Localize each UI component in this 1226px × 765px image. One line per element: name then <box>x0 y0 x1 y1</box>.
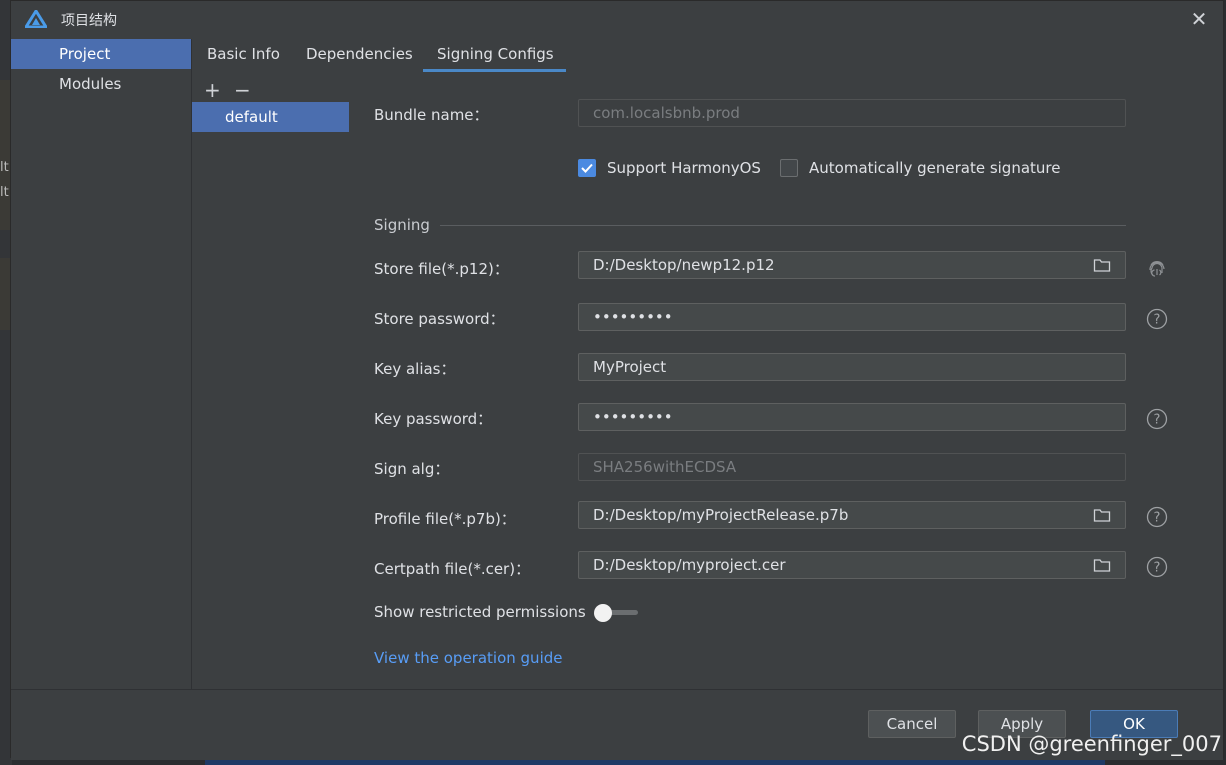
bundle-name-label: Bundle name： <box>374 106 489 124</box>
close-icon[interactable]: ✕ <box>1189 9 1209 29</box>
restricted-permissions-label: Show restricted permissions <box>374 603 586 621</box>
sidebar-nav: Project Modules <box>11 39 192 689</box>
app-logo-icon <box>25 10 47 28</box>
certpath-file-value: D:/Desktop/myproject.cer <box>593 556 786 574</box>
sidebar-item-project[interactable]: Project <box>11 39 191 69</box>
tab-basic-info[interactable]: Basic Info <box>207 45 280 63</box>
certpath-file-label: Certpath file(*.cer)： <box>374 560 531 578</box>
store-file-value: D:/Desktop/newp12.p12 <box>593 256 775 274</box>
support-harmonyos-checkbox[interactable] <box>578 159 596 177</box>
help-icon[interactable]: ? <box>1146 506 1168 528</box>
store-password-label: Store password： <box>374 310 505 328</box>
toggle-knob <box>594 604 612 622</box>
profile-file-label: Profile file(*.p7b)： <box>374 510 516 528</box>
signing-section-title: Signing <box>374 216 430 234</box>
sidebar-item-modules[interactable]: Modules <box>11 69 191 99</box>
background-text: lt <box>0 160 9 175</box>
profile-file-field[interactable]: D:/Desktop/myProjectRelease.p7b <box>578 501 1126 529</box>
folder-icon[interactable] <box>1093 257 1111 273</box>
folder-icon[interactable] <box>1093 507 1111 523</box>
certpath-file-field[interactable]: D:/Desktop/myproject.cer <box>578 551 1126 579</box>
add-config-button[interactable]: + <box>204 78 234 102</box>
store-password-field[interactable]: ••••••••• <box>578 303 1126 331</box>
background-text: lt <box>0 185 9 200</box>
svg-text:?: ? <box>1154 511 1161 526</box>
store-file-field[interactable]: D:/Desktop/newp12.p12 <box>578 251 1126 279</box>
list-toolbar: + − <box>204 78 264 102</box>
watermark-text: CSDN @greenfinger_007 <box>961 732 1222 756</box>
svg-text:?: ? <box>1154 313 1161 328</box>
checkmark-icon <box>581 163 593 173</box>
bundle-name-field: com.localsbnb.prod <box>578 99 1126 127</box>
dialog-title: 项目结构 <box>61 13 117 29</box>
remove-config-button[interactable]: − <box>234 78 264 102</box>
config-item-default[interactable]: default <box>192 102 349 132</box>
key-password-field[interactable]: ••••••••• <box>578 403 1126 431</box>
help-icon[interactable]: ? <box>1146 556 1168 578</box>
store-file-label: Store file(*.p12)： <box>374 260 509 278</box>
tab-signing-configs[interactable]: Signing Configs <box>437 45 554 63</box>
svg-text:?: ? <box>1154 561 1161 576</box>
profile-file-value: D:/Desktop/myProjectRelease.p7b <box>593 506 849 524</box>
tab-dependencies[interactable]: Dependencies <box>306 45 413 63</box>
support-harmonyos-label: Support HarmonyOS <box>607 159 761 177</box>
tab-bar: Basic Info Dependencies Signing Configs <box>192 39 1223 73</box>
restricted-permissions-toggle[interactable] <box>594 604 638 622</box>
active-tab-indicator <box>423 69 566 72</box>
key-alias-field[interactable]: MyProject <box>578 353 1126 381</box>
svg-text:?: ? <box>1154 413 1161 428</box>
auto-generate-signature-label: Automatically generate signature <box>809 159 1061 177</box>
cancel-button[interactable]: Cancel <box>868 710 956 738</box>
signing-form: Bundle name： com.localsbnb.prod Support … <box>349 74 1223 689</box>
project-structure-dialog: 项目结构 ✕ Project Modules Basic Info Depend… <box>10 0 1224 760</box>
sign-alg-label: Sign alg： <box>374 460 450 478</box>
config-list-panel: + − default <box>192 74 350 689</box>
help-icon[interactable]: ? <box>1146 308 1168 330</box>
fingerprint-icon[interactable] <box>1146 257 1168 279</box>
section-divider <box>440 225 1126 226</box>
folder-icon[interactable] <box>1093 557 1111 573</box>
help-icon[interactable]: ? <box>1146 408 1168 430</box>
auto-generate-signature-checkbox[interactable] <box>780 159 798 177</box>
operation-guide-link[interactable]: View the operation guide <box>374 649 562 667</box>
sign-alg-field: SHA256withECDSA <box>578 453 1126 481</box>
title-bar: 项目结构 ✕ <box>11 1 1223 39</box>
key-password-label: Key password： <box>374 410 493 428</box>
key-alias-label: Key alias： <box>374 360 456 378</box>
